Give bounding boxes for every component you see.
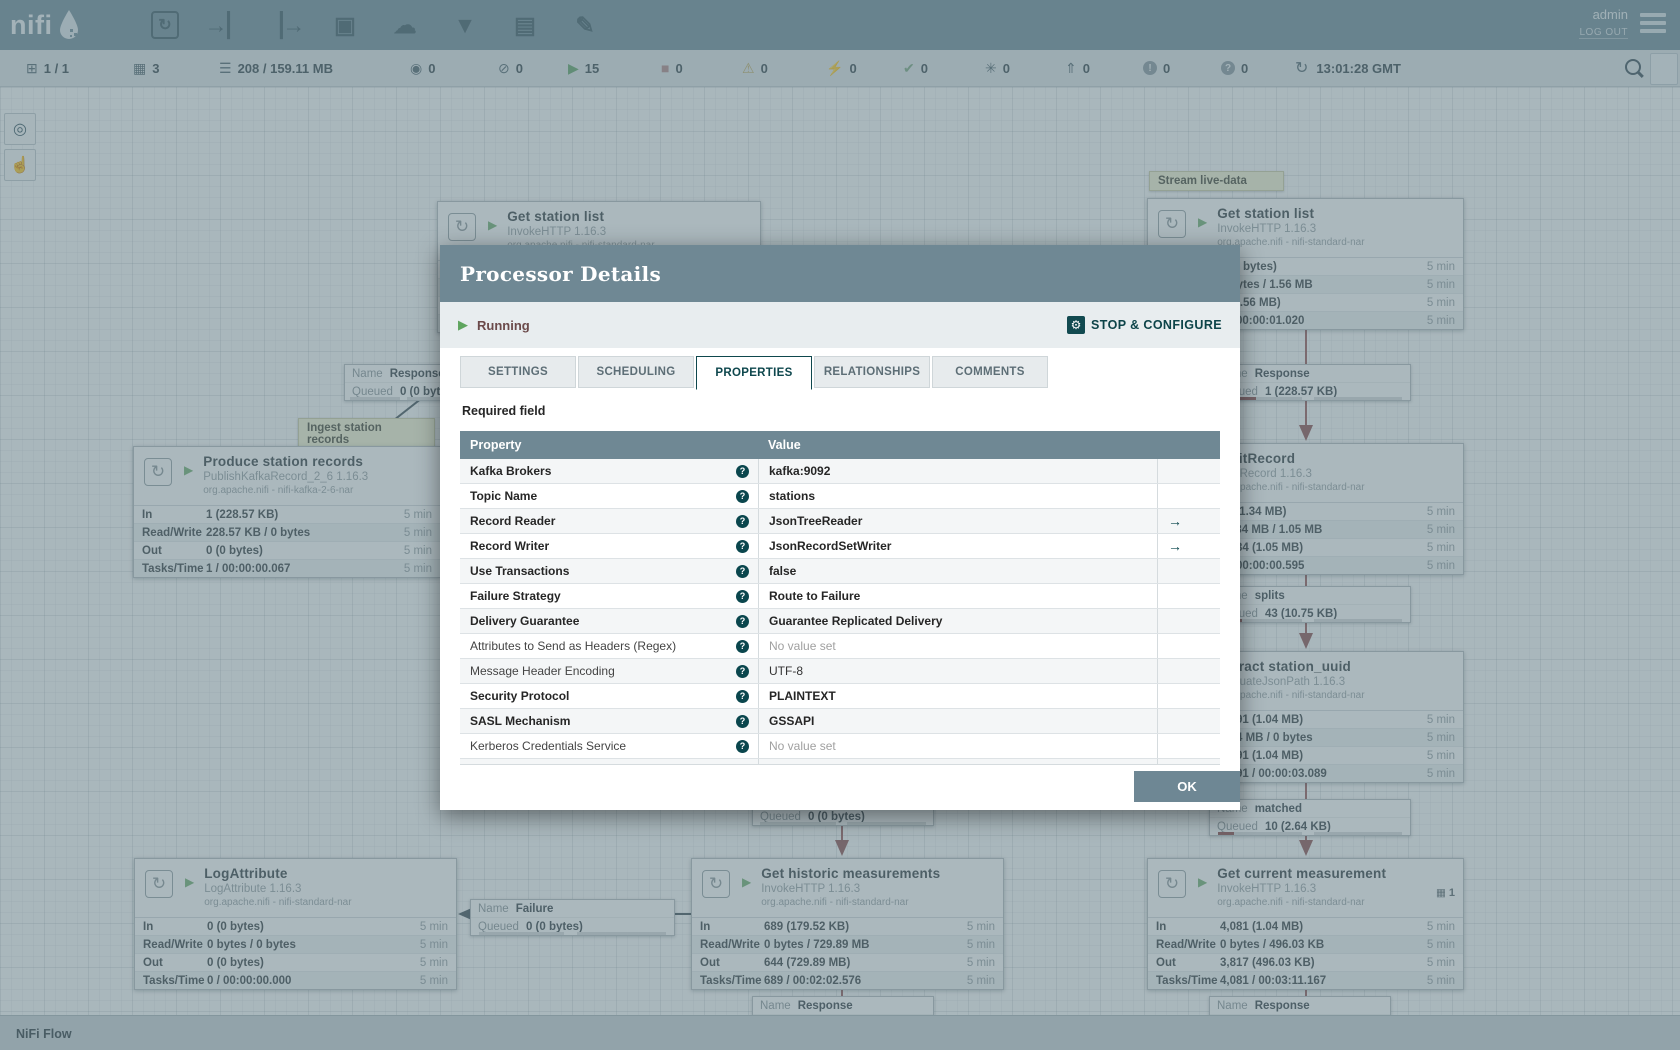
dialog-status-row: ▶ Running ⚙ STOP & CONFIGURE bbox=[440, 302, 1240, 348]
stop-and-configure-button[interactable]: ⚙ STOP & CONFIGURE bbox=[1067, 316, 1222, 334]
help-icon[interactable]: ? bbox=[736, 489, 749, 503]
dialog-tabs: SETTINGS SCHEDULING PROPERTIES RELATIONS… bbox=[460, 356, 1240, 390]
property-extra-cell: → bbox=[1157, 759, 1220, 764]
property-row[interactable]: Message Header Encoding ? UTF-8 → bbox=[460, 659, 1220, 684]
tab-comments[interactable]: COMMENTS bbox=[932, 356, 1048, 388]
property-extra-cell: → bbox=[1157, 509, 1220, 533]
property-name-cell: Record Writer ? bbox=[460, 534, 758, 558]
help-icon[interactable]: ? bbox=[736, 464, 749, 478]
nifi-app: nifi ↻ →▏ ▕→ ▣ ☁ ▼ ▤ ✎ admin LOG OUT bbox=[0, 0, 1680, 1050]
property-name-cell: Topic Name ? bbox=[460, 484, 758, 508]
properties-table-header: Property Value bbox=[460, 431, 1220, 459]
property-row[interactable]: Record Reader ? JsonTreeReader → bbox=[460, 509, 1220, 534]
help-icon[interactable]: ? bbox=[736, 589, 749, 603]
help-icon[interactable]: ? bbox=[736, 689, 749, 703]
property-row[interactable]: Delivery Guarantee ? Guarantee Replicate… bbox=[460, 609, 1220, 634]
running-status-icon: ▶ bbox=[458, 317, 468, 332]
help-icon[interactable]: ? bbox=[736, 714, 749, 728]
property-row[interactable]: Kafka Brokers ? kafka:9092 → bbox=[460, 459, 1220, 484]
property-name-cell: Security Protocol ? bbox=[460, 684, 758, 708]
property-name-cell: Kafka Brokers ? bbox=[460, 459, 758, 483]
property-name-cell: Kerberos User Service ? bbox=[460, 759, 758, 766]
property-name-cell: Record Reader ? bbox=[460, 509, 758, 533]
property-name-cell: Use Transactions ? bbox=[460, 559, 758, 583]
property-value-cell[interactable]: JsonTreeReader bbox=[758, 509, 1157, 533]
gear-icon: ⚙ bbox=[1067, 316, 1086, 334]
property-value-cell[interactable]: PLAINTEXT bbox=[758, 684, 1157, 708]
help-icon[interactable]: ? bbox=[736, 514, 749, 528]
required-field-note: Required field bbox=[462, 404, 546, 418]
property-row[interactable]: Kerberos User Service ? No value set → bbox=[460, 759, 1220, 766]
property-row[interactable]: Failure Strategy ? Route to Failure → bbox=[460, 584, 1220, 609]
ok-button[interactable]: OK bbox=[1134, 771, 1240, 802]
tab-scheduling[interactable]: SCHEDULING bbox=[578, 356, 694, 388]
help-icon[interactable]: ? bbox=[736, 664, 749, 678]
property-row[interactable]: Record Writer ? JsonRecordSetWriter → bbox=[460, 534, 1220, 559]
property-value-cell[interactable]: Route to Failure bbox=[758, 584, 1157, 608]
help-icon[interactable]: ? bbox=[736, 539, 749, 553]
property-row[interactable]: Security Protocol ? PLAINTEXT → bbox=[460, 684, 1220, 709]
dialog-title: Processor Details bbox=[460, 261, 661, 286]
property-row[interactable]: SASL Mechanism ? GSSAPI → bbox=[460, 709, 1220, 734]
tab-properties[interactable]: PROPERTIES bbox=[696, 356, 812, 390]
property-extra-cell: → bbox=[1157, 684, 1220, 708]
property-name-cell: Attributes to Send as Headers (Regex) ? bbox=[460, 634, 758, 658]
property-extra-cell: → bbox=[1157, 559, 1220, 583]
property-name-cell: Failure Strategy ? bbox=[460, 584, 758, 608]
help-icon[interactable]: ? bbox=[736, 564, 749, 578]
property-value-cell[interactable]: false bbox=[758, 559, 1157, 583]
property-name-cell: Delivery Guarantee ? bbox=[460, 609, 758, 633]
help-icon[interactable]: ? bbox=[736, 614, 749, 628]
property-extra-cell: → bbox=[1157, 634, 1220, 658]
help-icon[interactable]: ? bbox=[736, 639, 749, 653]
tab-settings[interactable]: SETTINGS bbox=[460, 356, 576, 388]
dialog-header: Processor Details bbox=[440, 245, 1240, 302]
property-column-header: Property bbox=[470, 438, 522, 452]
property-row[interactable]: Topic Name ? stations → bbox=[460, 484, 1220, 509]
property-value-cell[interactable]: UTF-8 bbox=[758, 659, 1157, 683]
processor-details-dialog: Processor Details ▶ Running ⚙ STOP & CON… bbox=[440, 245, 1240, 810]
help-icon[interactable]: ? bbox=[736, 765, 749, 766]
property-value-cell[interactable]: No value set bbox=[758, 759, 1157, 764]
property-extra-cell: → bbox=[1157, 609, 1220, 633]
property-name-cell: SASL Mechanism ? bbox=[460, 709, 758, 733]
run-status-label: Running bbox=[477, 317, 530, 333]
property-row[interactable]: Attributes to Send as Headers (Regex) ? … bbox=[460, 634, 1220, 659]
property-name-cell: Message Header Encoding ? bbox=[460, 659, 758, 683]
property-extra-cell: → bbox=[1157, 584, 1220, 608]
tab-relationships[interactable]: RELATIONSHIPS bbox=[814, 356, 930, 388]
property-value-cell[interactable]: No value set bbox=[758, 634, 1157, 658]
property-extra-cell: → bbox=[1157, 534, 1220, 558]
property-value-cell[interactable]: JsonRecordSetWriter bbox=[758, 534, 1157, 558]
go-to-service-icon[interactable]: → bbox=[1168, 513, 1182, 529]
property-extra-cell: → bbox=[1157, 709, 1220, 733]
property-value-cell[interactable]: Guarantee Replicated Delivery bbox=[758, 609, 1157, 633]
help-icon[interactable]: ? bbox=[736, 739, 749, 753]
property-value-cell[interactable]: GSSAPI bbox=[758, 709, 1157, 733]
property-row[interactable]: Use Transactions ? false → bbox=[460, 559, 1220, 584]
property-value-cell[interactable]: kafka:9092 bbox=[758, 459, 1157, 483]
property-extra-cell: → bbox=[1157, 484, 1220, 508]
go-to-service-icon[interactable]: → bbox=[1168, 538, 1182, 554]
property-extra-cell: → bbox=[1157, 659, 1220, 683]
value-column-header: Value bbox=[768, 438, 801, 452]
property-name-cell: Kerberos Credentials Service ? bbox=[460, 734, 758, 758]
property-extra-cell: → bbox=[1157, 459, 1220, 483]
property-value-cell[interactable]: stations bbox=[758, 484, 1157, 508]
property-value-cell[interactable]: No value set bbox=[758, 734, 1157, 758]
properties-table: Property Value Kafka Brokers ? kafka:909… bbox=[460, 431, 1220, 765]
property-row[interactable]: Kerberos Credentials Service ? No value … bbox=[460, 734, 1220, 759]
property-extra-cell: → bbox=[1157, 734, 1220, 758]
